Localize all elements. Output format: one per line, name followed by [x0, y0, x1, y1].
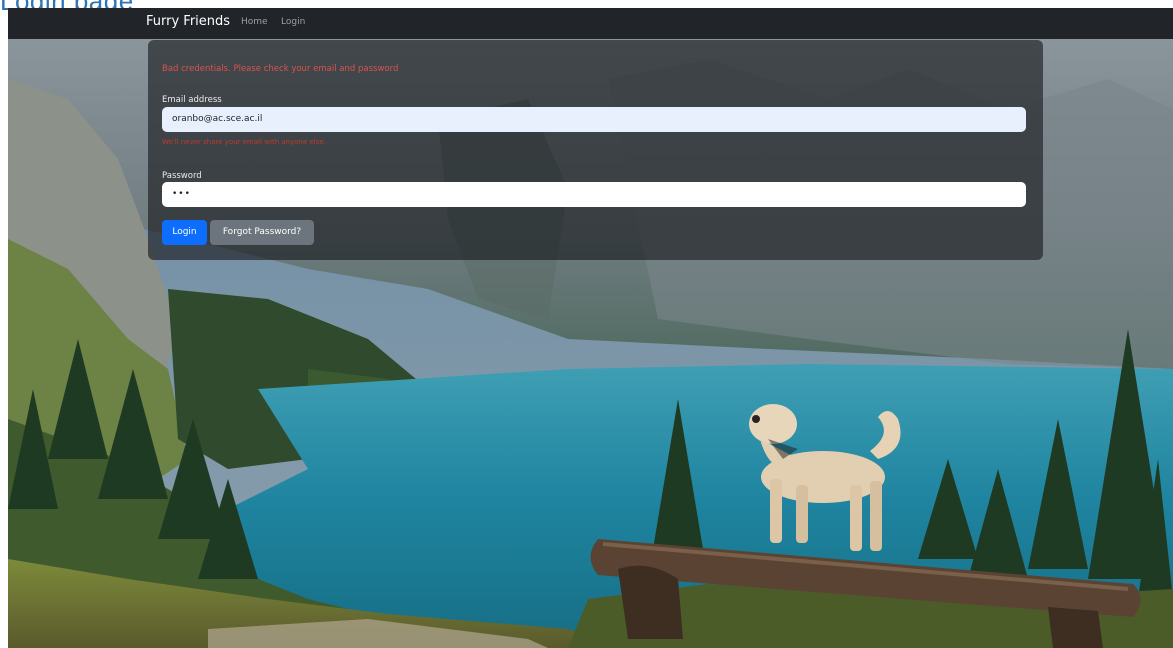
login-button[interactable]: Login — [162, 220, 207, 245]
email-field[interactable]: oranbo@ac.sce.ac.il — [162, 107, 1026, 132]
email-label: Email address — [162, 95, 222, 105]
navbar: Furry Friends Home Login — [8, 8, 1173, 39]
login-error-message: Bad credentials. Please check your email… — [162, 64, 399, 74]
brand-logo-text[interactable]: Furry Friends — [146, 14, 230, 29]
email-help-text: We'll never share your email with anyone… — [162, 138, 326, 146]
password-field[interactable]: ••• — [162, 182, 1026, 207]
forgot-password-button[interactable]: Forgot Password? — [210, 220, 314, 245]
browser-viewport: Furry Friends Home Login Bad credentials… — [8, 8, 1173, 648]
nav-link-login[interactable]: Login — [281, 17, 305, 27]
password-label: Password — [162, 171, 202, 181]
nav-link-home[interactable]: Home — [241, 17, 268, 27]
